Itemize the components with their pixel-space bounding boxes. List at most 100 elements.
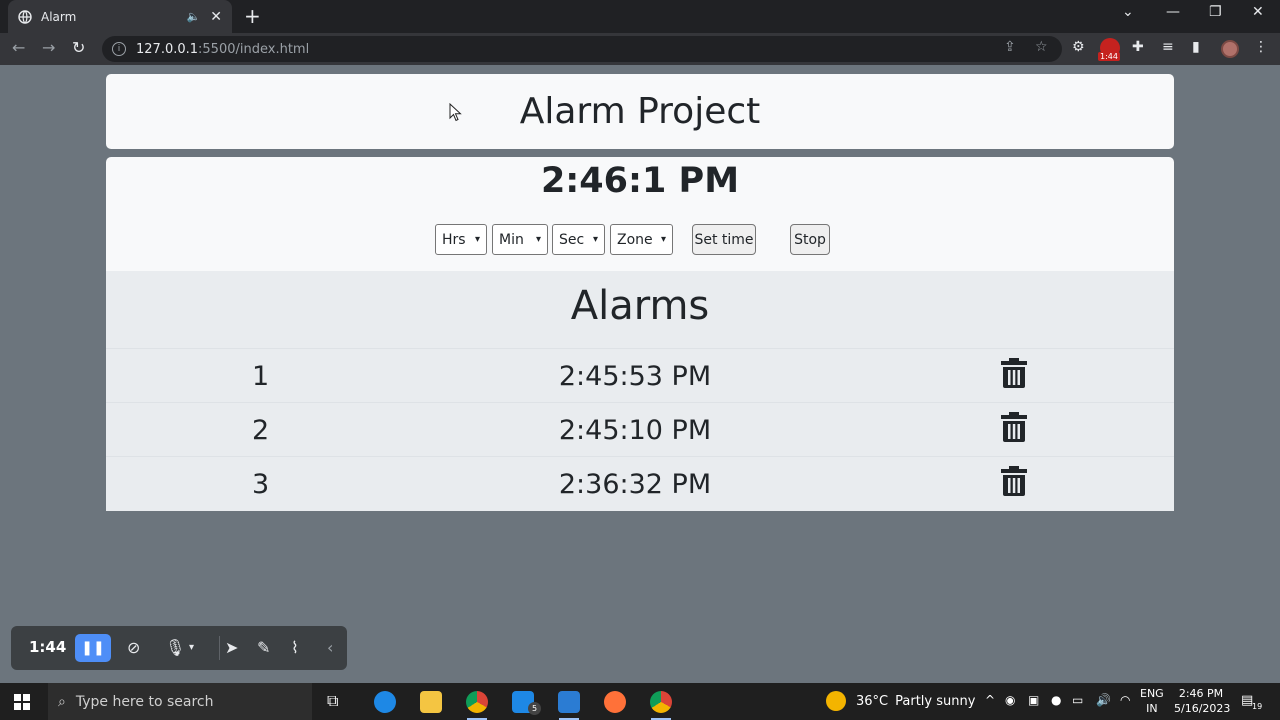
show-hidden-icons-chevron-icon[interactable]: ^ — [985, 693, 995, 707]
divider — [219, 636, 220, 660]
tab-title: Alarm — [41, 9, 77, 24]
header-card: Alarm Project — [106, 74, 1174, 149]
alarm-controls: Hrs ▾ Min ▾ Sec ▾ Zone ▾ Set time Stop — [106, 224, 1174, 256]
zone-select-value: Zone — [617, 231, 653, 248]
weather-temp: 36°C — [856, 693, 889, 709]
edge-tray-icon[interactable]: ◉ — [1005, 693, 1015, 707]
chevron-down-icon: ▾ — [474, 234, 480, 245]
current-time: 2:46:1 PM — [540, 161, 740, 201]
weather-widget[interactable]: 36°C Partly sunny — [826, 691, 975, 711]
camera-off-icon[interactable]: ⊘ — [127, 638, 140, 657]
minutes-select[interactable]: Min ▾ — [492, 224, 548, 255]
file-explorer-icon[interactable] — [420, 691, 442, 713]
chrome-icon[interactable] — [466, 691, 488, 720]
minimize-icon[interactable]: — — [1166, 4, 1180, 20]
chevron-left-icon[interactable]: ‹ — [327, 638, 333, 657]
globe-icon — [18, 9, 32, 24]
camera-tray-icon[interactable]: ▣ — [1028, 693, 1039, 707]
hours-select-value: Hrs — [442, 231, 466, 248]
alarm-time: 2:45:53 PM — [558, 361, 712, 392]
weather-desc: Partly sunny — [895, 693, 976, 709]
url-path: :5500/index.html — [198, 41, 310, 57]
chevron-down-icon: ▾ — [592, 234, 598, 245]
wifi-icon[interactable]: ◠ — [1120, 693, 1130, 707]
pen-icon[interactable]: ✎ — [257, 638, 270, 657]
stop-button[interactable]: Stop — [790, 224, 830, 255]
close-window-icon[interactable]: ✕ — [1252, 4, 1264, 20]
broom-icon[interactable]: ⌇ — [291, 638, 299, 657]
seconds-select[interactable]: Sec ▾ — [552, 224, 605, 255]
notification-count: 19 — [1252, 702, 1263, 711]
mouse-cursor-icon — [449, 103, 462, 122]
input-language[interactable]: ENG IN — [1140, 686, 1164, 716]
partly-sunny-icon — [826, 691, 846, 711]
browser-toolbar: ← → ↻ i 127.0.0.1 :5500/index.html ⇪ ☆ ⚙… — [0, 33, 1280, 65]
url-host: 127.0.0.1 — [136, 41, 199, 57]
zone-select[interactable]: Zone ▾ — [610, 224, 673, 255]
address-bar[interactable]: i 127.0.0.1 :5500/index.html — [102, 36, 1062, 62]
site-info-icon[interactable]: i — [112, 42, 126, 56]
firefox-icon[interactable] — [604, 691, 626, 713]
alarms-heading: Alarms — [570, 283, 710, 329]
chrome-profile-icon[interactable] — [650, 691, 672, 720]
microphone-icon[interactable]: 🎙 — [165, 638, 185, 657]
alarm-row: 1 2:45:53 PM — [106, 348, 1174, 402]
alarm-time: 2:45:10 PM — [558, 415, 712, 446]
battery-icon[interactable]: ▭ — [1072, 693, 1083, 707]
edge-icon[interactable] — [374, 691, 396, 713]
extension-icon[interactable]: ⚙ — [1072, 39, 1085, 55]
reload-icon[interactable]: ↻ — [72, 38, 85, 57]
new-tab-button[interactable]: + — [244, 4, 261, 28]
chevron-down-icon: ▾ — [535, 234, 541, 245]
browser-tab-alarm[interactable]: Alarm 🔈 ✕ — [8, 0, 232, 33]
windows-taskbar: ⌕ Type here to search ⧉ 5 36°C Partly su… — [0, 683, 1280, 720]
speaker-icon[interactable]: 🔈 — [187, 10, 201, 23]
page-title: Alarm Project — [519, 91, 761, 132]
alarm-time: 2:36:32 PM — [558, 469, 712, 500]
volume-icon[interactable]: 🔊 — [1096, 693, 1111, 707]
task-view-icon[interactable]: ⧉ — [327, 691, 349, 713]
menu-kebab-icon[interactable]: ⋮ — [1254, 39, 1268, 55]
search-icon: ⌕ — [58, 693, 66, 710]
seconds-select-value: Sec — [559, 231, 585, 248]
puzzle-extensions-icon[interactable]: ✚ — [1132, 39, 1144, 55]
search-placeholder: Type here to search — [75, 693, 214, 710]
hours-select[interactable]: Hrs ▾ — [435, 224, 487, 255]
alarm-row: 2 2:45:10 PM — [106, 402, 1174, 456]
alarm-row: 3 2:36:32 PM — [106, 456, 1174, 510]
windows-start-icon[interactable] — [14, 694, 30, 710]
lang-line1: ENG — [1140, 687, 1164, 700]
side-panel-icon[interactable]: ▮ — [1192, 39, 1200, 55]
tab-search-chevron-icon[interactable]: ⌄ — [1122, 4, 1134, 20]
close-tab-icon[interactable]: ✕ — [210, 9, 222, 25]
bookmark-star-icon[interactable]: ☆ — [1035, 39, 1048, 55]
profile-avatar[interactable] — [1221, 40, 1239, 58]
reading-list-icon[interactable]: ≡ — [1162, 39, 1174, 55]
trash-icon[interactable] — [1001, 466, 1027, 496]
restore-icon[interactable]: ❐ — [1209, 4, 1222, 20]
vscode-icon[interactable] — [558, 691, 580, 720]
alarm-index: 2 — [252, 415, 270, 446]
trash-icon[interactable] — [1001, 412, 1027, 442]
recording-elapsed: 1:44 — [29, 638, 67, 656]
alarm-index: 3 — [252, 469, 270, 500]
chevron-down-icon[interactable]: ▾ — [189, 642, 194, 653]
extension-badge: 1:44 — [1098, 52, 1120, 61]
forward-arrow-icon[interactable]: → — [42, 38, 55, 57]
taskbar-search[interactable]: ⌕ Type here to search — [48, 683, 312, 720]
pause-button[interactable]: ❚❚ — [75, 634, 111, 662]
alarms-section: Alarms 1 2:45:53 PM 2 2:45:10 PM 3 2:36:… — [106, 271, 1174, 511]
mail-badge: 5 — [528, 702, 541, 715]
minutes-select-value: Min — [499, 231, 524, 248]
pointer-icon[interactable]: ➤ — [225, 638, 238, 657]
microphone-tray-icon[interactable]: ● — [1051, 693, 1061, 707]
system-date: 5/16/2023 — [1174, 702, 1231, 715]
trash-icon[interactable] — [1001, 358, 1027, 388]
lang-line2: IN — [1146, 702, 1158, 715]
system-clock[interactable]: 2:46 PM 5/16/2023 — [1174, 686, 1231, 716]
back-arrow-icon[interactable]: ← — [12, 38, 25, 57]
alarm-index: 1 — [252, 361, 270, 392]
system-time: 2:46 PM — [1178, 687, 1224, 700]
set-time-button[interactable]: Set time — [692, 224, 756, 255]
share-icon[interactable]: ⇪ — [1004, 39, 1016, 55]
